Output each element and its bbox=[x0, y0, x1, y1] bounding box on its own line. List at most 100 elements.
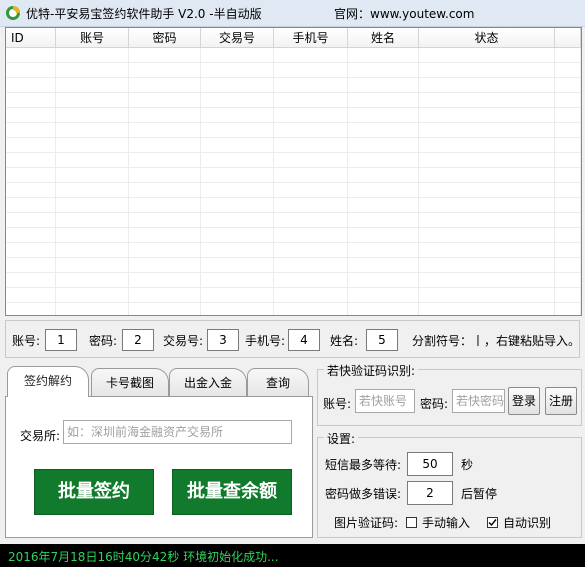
table-cell bbox=[555, 168, 581, 183]
tab-query[interactable]: 查询 bbox=[247, 368, 309, 396]
pwd-error-suffix: 后暂停 bbox=[461, 487, 498, 501]
manual-input-checkbox[interactable] bbox=[406, 517, 417, 528]
table-cell bbox=[201, 78, 274, 93]
table-cell bbox=[555, 243, 581, 258]
table-cell bbox=[201, 243, 274, 258]
tab-control: 签约解约 卡号截图 出金入金 查询 交易所: 如：深圳前海金融资产交易所 批量签… bbox=[5, 366, 313, 538]
table-cell bbox=[6, 153, 56, 168]
table-cell bbox=[555, 108, 581, 123]
table-cell bbox=[555, 228, 581, 243]
pwd-error-input[interactable]: 2 bbox=[407, 481, 453, 505]
tab-card-screenshot[interactable]: 卡号截图 bbox=[91, 368, 169, 396]
app-logo-icon bbox=[6, 6, 20, 20]
website-label: 官网：www.youtew.com bbox=[334, 7, 475, 21]
table-cell bbox=[6, 123, 56, 138]
table-cell bbox=[6, 78, 56, 93]
table-row bbox=[6, 303, 581, 315]
table-cell bbox=[348, 273, 419, 288]
table-cell bbox=[6, 108, 56, 123]
table-cell bbox=[129, 108, 201, 123]
table-cell bbox=[6, 288, 56, 303]
table-cell bbox=[348, 288, 419, 303]
table-row bbox=[6, 258, 581, 273]
captcha-password-label: 密码: bbox=[420, 397, 449, 411]
table-cell bbox=[129, 168, 201, 183]
table-cell bbox=[129, 243, 201, 258]
table-cell bbox=[56, 93, 129, 108]
table-row bbox=[6, 168, 581, 183]
password-col-input[interactable]: 2 bbox=[122, 329, 154, 351]
auto-recognize-checkbox[interactable] bbox=[487, 517, 498, 528]
trade-col-input[interactable]: 3 bbox=[207, 329, 239, 351]
table-cell bbox=[419, 138, 555, 153]
register-button[interactable]: 注册 bbox=[545, 387, 577, 415]
table-cell bbox=[419, 168, 555, 183]
tab-sign[interactable]: 签约解约 bbox=[7, 366, 89, 397]
table-cell bbox=[274, 258, 348, 273]
table-cell bbox=[201, 153, 274, 168]
table-cell bbox=[56, 153, 129, 168]
table-cell bbox=[201, 258, 274, 273]
name-col-label: 姓名: bbox=[330, 334, 359, 348]
column-header-password[interactable]: 密码 bbox=[129, 28, 201, 48]
table-cell bbox=[348, 153, 419, 168]
table-cell bbox=[274, 63, 348, 78]
sms-wait-input[interactable]: 50 bbox=[407, 452, 453, 476]
batch-balance-button[interactable]: 批量查余额 bbox=[172, 469, 292, 515]
table-cell bbox=[6, 243, 56, 258]
table-cell bbox=[6, 303, 56, 315]
table-cell bbox=[274, 93, 348, 108]
table-cell bbox=[274, 243, 348, 258]
column-header-status[interactable]: 状态 bbox=[419, 28, 555, 48]
table-cell bbox=[56, 273, 129, 288]
table-cell bbox=[274, 213, 348, 228]
name-col-input[interactable]: 5 bbox=[366, 329, 398, 351]
account-col-input[interactable]: 1 bbox=[45, 329, 77, 351]
table-cell bbox=[348, 48, 419, 63]
table-cell bbox=[348, 243, 419, 258]
table-cell bbox=[129, 138, 201, 153]
table-cell bbox=[274, 303, 348, 315]
table-cell bbox=[348, 108, 419, 123]
column-header-trade-no[interactable]: 交易号 bbox=[201, 28, 274, 48]
table-row bbox=[6, 183, 581, 198]
table-cell bbox=[6, 273, 56, 288]
column-header-name[interactable]: 姓名 bbox=[348, 28, 419, 48]
table-cell bbox=[274, 78, 348, 93]
tab-deposit-withdraw[interactable]: 出金入金 bbox=[169, 368, 247, 396]
column-header-account[interactable]: 账号 bbox=[56, 28, 129, 48]
table-cell bbox=[274, 153, 348, 168]
batch-sign-button[interactable]: 批量签约 bbox=[34, 469, 154, 515]
captcha-password-input[interactable]: 若快密码 bbox=[452, 389, 505, 413]
table-cell bbox=[348, 123, 419, 138]
exchange-input[interactable]: 如：深圳前海金融资产交易所 bbox=[63, 420, 292, 444]
table-cell bbox=[555, 93, 581, 108]
auto-recognize-label: 自动识别 bbox=[503, 516, 552, 530]
phone-col-input[interactable]: 4 bbox=[288, 329, 320, 351]
table-cell bbox=[201, 108, 274, 123]
column-header-id[interactable]: ID bbox=[6, 28, 56, 48]
table-cell bbox=[555, 303, 581, 315]
table-row bbox=[6, 198, 581, 213]
table-cell bbox=[56, 258, 129, 273]
login-button[interactable]: 登录 bbox=[508, 387, 540, 415]
account-grid[interactable]: ID 账号 密码 交易号 手机号 姓名 状态 bbox=[5, 27, 582, 316]
captcha-title: 若快验证码识别: bbox=[324, 362, 419, 379]
separator-hint: 分割符号：丨，右键粘贴导入。 bbox=[412, 334, 581, 348]
captcha-account-input[interactable]: 若快账号 bbox=[355, 389, 415, 413]
table-cell bbox=[555, 63, 581, 78]
table-cell bbox=[6, 168, 56, 183]
window-title: 优特-平安易宝签约软件助手 V2.0 -半自动版 bbox=[26, 7, 262, 21]
table-cell bbox=[348, 93, 419, 108]
table-cell bbox=[56, 78, 129, 93]
table-row bbox=[6, 48, 581, 63]
column-header-phone[interactable]: 手机号 bbox=[274, 28, 348, 48]
table-cell bbox=[56, 228, 129, 243]
table-row bbox=[6, 228, 581, 243]
table-cell bbox=[555, 258, 581, 273]
sms-wait-label: 短信最多等待: bbox=[325, 458, 402, 472]
table-cell bbox=[555, 123, 581, 138]
table-row bbox=[6, 108, 581, 123]
table-cell bbox=[348, 303, 419, 315]
exchange-label: 交易所: bbox=[20, 429, 61, 443]
